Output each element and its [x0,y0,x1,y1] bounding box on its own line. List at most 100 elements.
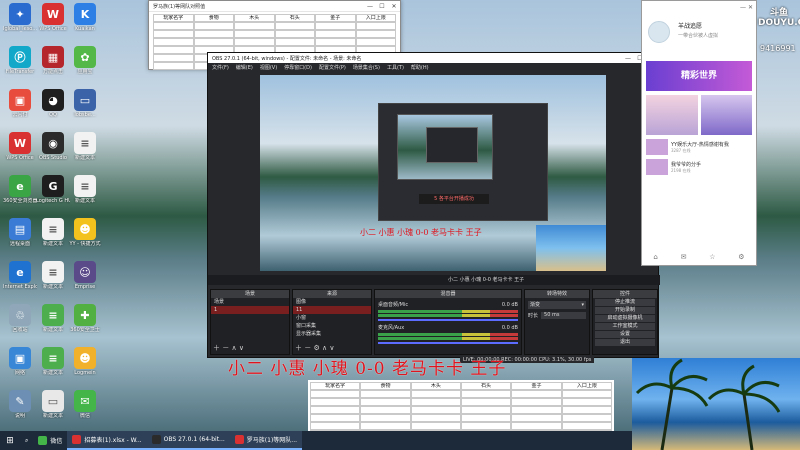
table-cell[interactable] [460,390,512,398]
desktop-icon[interactable]: W WPS Office [36,3,70,32]
table-cell[interactable] [315,30,356,38]
table-cell[interactable] [274,22,315,30]
table-cell[interactable] [274,38,315,46]
stream-thumb[interactable] [700,95,752,135]
table-cell[interactable] [511,406,562,414]
table-cell[interactable] [460,406,512,414]
volume-slider[interactable] [378,319,518,321]
table-cell[interactable] [561,406,612,414]
close-icon[interactable]: ✕ [388,3,400,10]
obs-preview[interactable]: 5 各平台开播成功 小二 小惠 小瑰 0-0 老马卡卡 王子 [260,75,606,271]
table-cell[interactable] [410,406,461,414]
table-cell[interactable] [360,398,411,406]
column-header[interactable]: 石头 [274,14,315,22]
desktop-icon[interactable]: Ⓟ FileTransfer [3,46,37,75]
column-header[interactable]: 金子 [511,382,562,390]
table-cell[interactable] [355,38,396,46]
desktop-icon[interactable]: ◉ OBS Studio [36,132,70,161]
excel-top-titlebar[interactable]: 罗马族(1)等网队对照值 — ☐ ✕ [149,1,400,12]
desktop-icon[interactable]: ≡ 新建文本 [36,261,70,290]
table-cell[interactable] [561,414,612,422]
table-cell[interactable] [310,406,361,414]
maximize-icon[interactable]: ☐ [376,3,388,10]
list-item[interactable]: YY娱乐大厅-热情感谢有我 3287 在线 [646,139,752,155]
list-item[interactable]: 11 [293,306,371,314]
gear-icon[interactable]: ⚙ [313,344,319,352]
table-cell[interactable] [234,22,275,30]
table-cell[interactable] [310,422,361,430]
desktop-icon[interactable]: ✿ 应用宝 [68,46,102,75]
control-button[interactable]: 启动虚拟摄像机 [595,315,655,322]
desktop-icon[interactable]: W WPS Office [3,132,37,161]
taskbar-item[interactable]: OBS 27.0.1 (64-bit... [146,431,230,450]
table-cell[interactable] [274,30,315,38]
table-cell[interactable] [315,22,356,30]
table-cell[interactable] [511,422,562,430]
desktop-icon[interactable]: ▭ Iobsbe... [68,89,102,118]
up-icon[interactable]: ∧ [231,344,236,352]
transition-type-select[interactable]: 渐变 ▾ [528,301,586,309]
table-cell[interactable] [460,414,512,422]
table-cell[interactable] [153,46,194,54]
desktop-icon[interactable]: GLogitech G HUB [36,175,70,204]
table-cell[interactable] [310,398,361,406]
control-button[interactable]: 停止推流 [595,299,655,306]
control-button[interactable]: 工作室模式 [595,323,655,330]
taskbar-item[interactable]: 招募表(1).xlsx - W... [67,431,147,450]
table-cell[interactable] [355,30,396,38]
list-item[interactable]: 场景 [211,298,289,306]
desktop-icon[interactable]: ♲ 回收站 [3,304,37,333]
menu-item[interactable]: 文件(F) [212,64,229,71]
yy-banner[interactable]: 精彩世界 [646,61,752,91]
desktop-icon[interactable]: K Kuaikan [68,3,102,32]
table-cell[interactable] [561,422,612,430]
minimize-icon[interactable]: — [364,3,376,10]
desktop-icon[interactable]: ☺ Emprise [68,261,102,290]
table-cell[interactable] [460,422,512,430]
table-cell[interactable] [410,398,461,406]
table-cell[interactable] [561,398,612,406]
up-icon[interactable]: ∧ [322,344,327,352]
menu-item[interactable]: 编辑(E) [236,64,253,71]
desktop-icon[interactable]: ▭ 新建文本 [36,390,70,419]
obs-window[interactable]: OBS 27.0.1 (64-bit, windows) - 配置文件: 未命名… [207,52,660,358]
desktop-icon[interactable]: ≡ 新建文本 [68,175,102,204]
desktop-icon[interactable]: ≡ 新建文本 [36,347,70,376]
table-cell[interactable] [511,390,562,398]
list-item[interactable]: 显示器采集 [293,330,371,338]
table-cell[interactable] [410,390,461,398]
desktop-icon[interactable]: ✎ 说明 [3,390,37,419]
taskbar-item[interactable]: 罗马族(1)等网队... [229,431,303,450]
menu-item[interactable]: 配置文件(P) [319,64,346,71]
table-cell[interactable] [561,390,612,398]
desktop-icon[interactable]: ≡ 新建文本 [68,132,102,161]
taskbar-item[interactable]: 微信 [33,431,67,450]
control-button[interactable]: 退出 [595,339,655,346]
table-cell[interactable] [153,30,194,38]
desktop-icon[interactable]: ▦ 万能点击 [36,46,70,75]
list-item[interactable]: 我爷爷的分手 2198 在线 [646,159,752,175]
column-header[interactable]: 入口上限 [561,382,612,390]
menu-item[interactable]: 停靠窗口(D) [284,64,312,71]
desktop-icon[interactable]: eInternet Explorer [3,261,37,290]
column-header[interactable]: 食物 [193,14,234,22]
remove-icon[interactable]: － [222,344,229,352]
table-cell[interactable] [360,414,411,422]
desktop-icon[interactable]: e 360安全浏览器 [3,175,37,204]
search-button[interactable]: ⌕ [20,431,33,450]
stream-thumb[interactable] [646,95,698,135]
table-cell[interactable] [193,30,234,38]
table-cell[interactable] [360,406,411,414]
volume-slider[interactable] [378,342,518,344]
table-cell[interactable] [310,414,361,422]
desktop-icon[interactable]: ✉ 微信 [68,390,102,419]
desktop-icon[interactable]: ☻ Logmein [68,347,102,376]
desktop-icon[interactable]: ◕ QQ [36,89,70,118]
desktop-icon[interactable]: ≡ 新建文本 [36,218,70,247]
column-header[interactable]: 金子 [315,14,356,22]
table-cell[interactable] [360,422,411,430]
desktop-icon[interactable]: ✦ Iglobal_leso... [3,3,37,32]
menu-item[interactable]: 工具(T) [387,64,404,71]
close-icon[interactable]: ✕ [748,4,753,11]
column-header[interactable]: 玩家名字 [310,382,361,390]
